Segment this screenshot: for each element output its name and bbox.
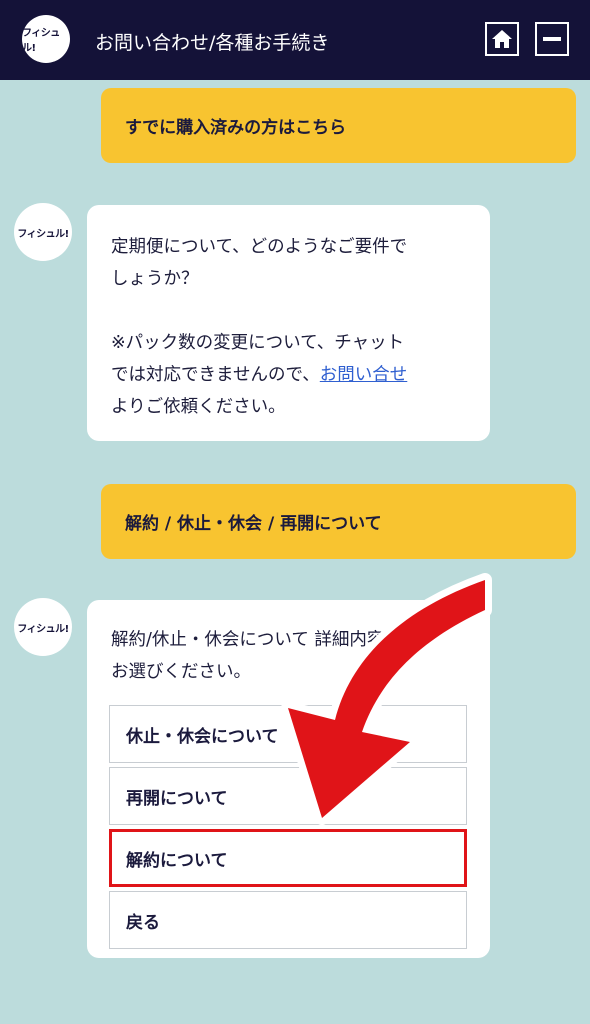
contact-link[interactable]: お問い合せ [320, 365, 408, 385]
message-text: 定期便について、どのようなご要件で [111, 237, 408, 257]
option-back-button[interactable]: 戻る [109, 891, 467, 949]
option-suspend-button[interactable]: 休止・休会について [109, 705, 467, 763]
home-button[interactable] [485, 22, 519, 56]
bot-avatar: フィシュル! [14, 203, 72, 261]
minimize-icon [543, 37, 561, 41]
bot-message-bubble: 定期便について、どのようなご要件で しょうか？ ※パック数の変更について、チャッ… [87, 205, 490, 441]
option-resume-button[interactable]: 再開について [109, 767, 467, 825]
message-text: ※パック数の変更について、チャット [111, 333, 405, 353]
option-cancel-button[interactable]: 解約について [109, 829, 467, 887]
minimize-button[interactable] [535, 22, 569, 56]
message-text: では対応できませんので、お問い合せ [111, 359, 468, 391]
message-text: しょうか？ [111, 269, 199, 289]
message-text: 解約/休止・休会について 詳細内容を [111, 630, 402, 650]
message-text: お選びください。 [111, 662, 251, 682]
message-text-segment: では対応できませんので、 [111, 365, 320, 385]
brand-logo: フィシュル! [22, 15, 70, 63]
home-icon [492, 30, 512, 48]
purchased-user-button[interactable]: すでに購入済みの方はこちら [101, 88, 576, 163]
header-bar: フィシュル! お問い合わせ/各種お手続き [0, 0, 590, 80]
user-choice-bubble: 解約 / 休止・休会 / 再開について [101, 484, 576, 559]
message-text: よりご依頼ください。 [111, 397, 286, 417]
page-title: お問い合わせ/各種お手続き [95, 32, 330, 54]
bot-avatar: フィシュル! [14, 598, 72, 656]
